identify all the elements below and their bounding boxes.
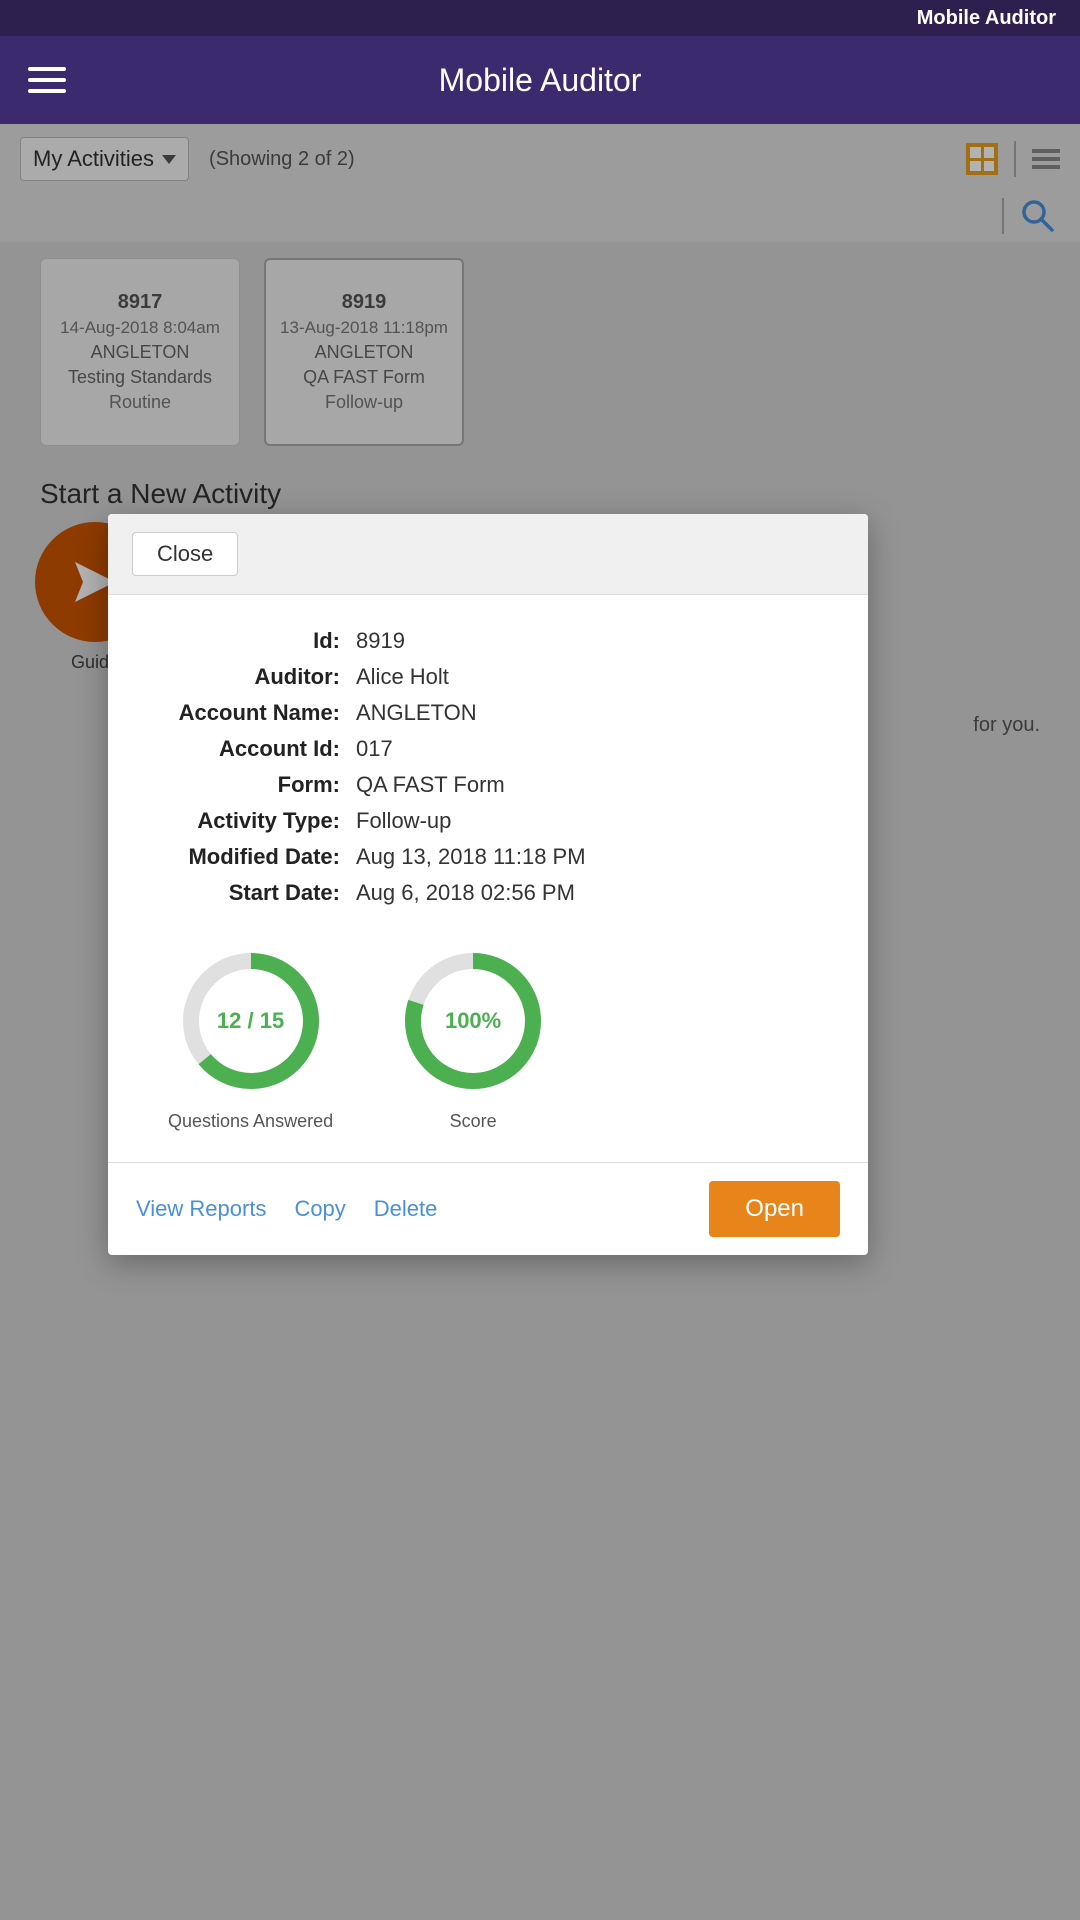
table-row: Activity Type: Follow-up <box>148 803 828 839</box>
info-table: Id: 8919 Auditor: Alice Holt Account Nam… <box>148 623 828 911</box>
score-label: Score <box>450 1111 497 1132</box>
copy-button[interactable]: Copy <box>294 1196 345 1222</box>
account-id-value: 017 <box>348 731 828 767</box>
form-label: Form: <box>148 767 348 803</box>
charts-row: 12 / 15 Questions Answered 100% Scor <box>148 931 828 1142</box>
footer-links: View Reports Copy Delete <box>136 1196 437 1222</box>
start-date-label: Start Date: <box>148 875 348 911</box>
table-row: Account Id: 017 <box>148 731 828 767</box>
score-chart: 100% Score <box>393 941 553 1132</box>
questions-answered-chart: 12 / 15 Questions Answered <box>168 941 333 1132</box>
table-row: Id: 8919 <box>148 623 828 659</box>
status-bar-app-name: Mobile Auditor <box>917 7 1056 30</box>
modal-header: Close <box>108 514 868 595</box>
delete-button[interactable]: Delete <box>374 1196 438 1222</box>
questions-donut: 12 / 15 <box>171 941 331 1101</box>
start-date-value: Aug 6, 2018 02:56 PM <box>348 875 828 911</box>
nav-title: Mobile Auditor <box>439 62 642 99</box>
auditor-label: Auditor: <box>148 659 348 695</box>
modified-date-value: Aug 13, 2018 11:18 PM <box>348 839 828 875</box>
activity-type-label: Activity Type: <box>148 803 348 839</box>
questions-donut-svg <box>171 941 331 1101</box>
modified-date-label: Modified Date: <box>148 839 348 875</box>
activity-detail-modal: Close Id: 8919 Auditor: Alice Holt Accou… <box>108 514 868 1255</box>
table-row: Account Name: ANGLETON <box>148 695 828 731</box>
top-nav: Mobile Auditor <box>0 36 1080 124</box>
main-content: My Activities (Showing 2 of 2) <box>0 124 1080 1920</box>
modal-body: Id: 8919 Auditor: Alice Holt Account Nam… <box>108 595 868 1162</box>
account-name-value: ANGLETON <box>348 695 828 731</box>
view-reports-button[interactable]: View Reports <box>136 1196 266 1222</box>
questions-answered-label: Questions Answered <box>168 1111 333 1132</box>
id-label: Id: <box>148 623 348 659</box>
status-bar: Mobile Auditor <box>0 0 1080 36</box>
table-row: Modified Date: Aug 13, 2018 11:18 PM <box>148 839 828 875</box>
activity-type-value: Follow-up <box>348 803 828 839</box>
account-name-label: Account Name: <box>148 695 348 731</box>
score-donut: 100% <box>393 941 553 1101</box>
hamburger-menu[interactable] <box>28 67 66 93</box>
score-donut-svg <box>393 941 553 1101</box>
close-button[interactable]: Close <box>132 532 238 576</box>
auditor-value: Alice Holt <box>348 659 828 695</box>
table-row: Form: QA FAST Form <box>148 767 828 803</box>
table-row: Auditor: Alice Holt <box>148 659 828 695</box>
account-id-label: Account Id: <box>148 731 348 767</box>
open-button[interactable]: Open <box>709 1181 840 1237</box>
form-value: QA FAST Form <box>348 767 828 803</box>
modal-footer: View Reports Copy Delete Open <box>108 1162 868 1255</box>
id-value: 8919 <box>348 623 828 659</box>
table-row: Start Date: Aug 6, 2018 02:56 PM <box>148 875 828 911</box>
